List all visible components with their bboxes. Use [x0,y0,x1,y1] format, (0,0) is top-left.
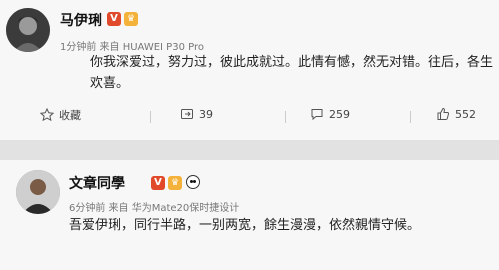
comment-button[interactable]: 259 [310,107,350,121]
star-icon [39,107,55,122]
verified-badge-icon: V [151,176,165,190]
action-bar: 收藏 39 259 552 [0,103,499,129]
crown-badge-icon: ♛ [124,12,138,26]
divider [410,111,411,123]
repost-count: 39 [199,107,213,121]
username[interactable]: 文章同學 [69,173,125,193]
verified-badge-icon: V [107,12,121,26]
username[interactable]: 马伊琍 [60,10,102,30]
post-separator [0,140,499,160]
divider [285,111,286,123]
like-button[interactable]: 552 [436,107,476,121]
post-meta: 1分钟前 来自 HUAWEI P30 Pro [60,42,204,53]
avatar[interactable] [16,170,60,214]
post-meta: 6分钟前 来自 华为Mate20保时捷设计 [69,203,240,214]
like-count: 552 [455,107,476,121]
favorite-label: 收藏 [59,109,81,122]
avatar[interactable] [6,8,50,52]
divider [150,111,151,123]
comment-count: 259 [329,107,350,121]
thumbs-up-icon [436,107,450,121]
panda-icon [186,175,200,189]
weibo-post-1: 马伊琍 V ♛ 1分钟前 来自 HUAWEI P30 Pro 你我深爱过，努力过… [0,0,499,140]
post-text: 你我深爱过，努力过，彼此成就过。此情有憾，然无对错。往后，各生欢喜。 [90,55,494,91]
favorite-button[interactable]: 收藏 [39,107,81,123]
crown-badge-icon: ♛ [168,176,182,190]
post-text: 吾爱伊琍，同行半路，一别两宽，餘生漫漫，依然親情守候。 [69,218,421,233]
repost-icon [180,107,194,121]
comment-icon [310,107,324,121]
repost-button[interactable]: 39 [180,107,213,121]
weibo-post-2: 文章同學 V ♛ 6分钟前 来自 华为Mate20保时捷设计 吾爱伊琍，同行半路… [0,160,499,270]
